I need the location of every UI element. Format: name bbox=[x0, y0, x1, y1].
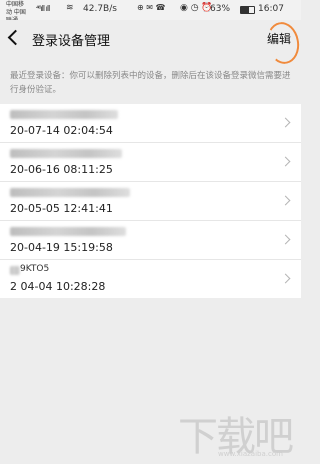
system-icons: ◉ ◷ ⏰ bbox=[180, 3, 213, 13]
device-row[interactable]: 20-05-05 12:41:41 bbox=[0, 182, 301, 221]
device-login-time: 20-04-19 15:19:58 bbox=[10, 241, 113, 254]
highlight-circle bbox=[263, 19, 303, 67]
watermark-url: www.xiazaiba.com bbox=[218, 450, 283, 458]
device-login-time: 20-06-16 08:11:25 bbox=[10, 163, 113, 176]
back-arrow-icon[interactable] bbox=[7, 29, 24, 46]
device-name-blurred bbox=[10, 149, 122, 158]
chevron-right-icon bbox=[280, 117, 291, 128]
device-name-partial: 9KTO5 bbox=[20, 264, 50, 274]
device-row[interactable]: 20-07-14 02:04:54 bbox=[0, 104, 301, 143]
hint-text: 最近登录设备：你可以删除列表中的设备，删除后在该设备登录微信需要进行身份验证。 bbox=[10, 71, 291, 95]
device-name-blurred bbox=[10, 188, 130, 197]
chevron-right-icon bbox=[280, 234, 291, 245]
chevron-right-icon bbox=[280, 273, 291, 284]
device-login-time: 20-05-05 12:41:41 bbox=[10, 202, 113, 215]
device-name-blurred bbox=[10, 227, 126, 236]
device-row[interactable]: 20-06-16 08:11:25 bbox=[0, 143, 301, 182]
signal-icon: ⁴⁶ıll ıll bbox=[36, 4, 50, 13]
device-name-blurred bbox=[10, 110, 118, 119]
wifi-icon: ≋ bbox=[66, 3, 74, 13]
watermark-logo: 下载吧 www.xiazaiba.com bbox=[170, 400, 300, 464]
battery-icon bbox=[240, 6, 255, 14]
clock: 16:07 bbox=[258, 4, 284, 14]
status-bar: 中国移动 中国联通 ⁴⁶ıll ıll ≋ 42.7B/s ⊕ ✉ ☎ ◉ ◷ … bbox=[0, 0, 301, 24]
page-title: 登录设备管理 bbox=[32, 34, 111, 49]
device-login-time: 2 04-04 10:28:28 bbox=[10, 280, 106, 293]
device-list: 20-07-14 02:04:54 20-06-16 08:11:25 20-0… bbox=[0, 104, 301, 298]
chevron-right-icon bbox=[280, 156, 291, 167]
chevron-right-icon bbox=[280, 195, 291, 206]
title-bar: 登录设备管理 编辑 bbox=[0, 19, 303, 67]
device-row[interactable]: 20-04-19 15:19:58 bbox=[0, 221, 301, 260]
network-speed: 42.7B/s bbox=[83, 4, 117, 14]
device-login-time: 20-07-14 02:04:54 bbox=[10, 124, 113, 137]
battery-percent: 63% bbox=[210, 4, 231, 14]
device-row[interactable]: 9KTO5 2 04-04 10:28:28 bbox=[0, 260, 301, 298]
notification-icons: ⊕ ✉ ☎ bbox=[137, 3, 166, 12]
device-name-blurred bbox=[10, 266, 20, 275]
